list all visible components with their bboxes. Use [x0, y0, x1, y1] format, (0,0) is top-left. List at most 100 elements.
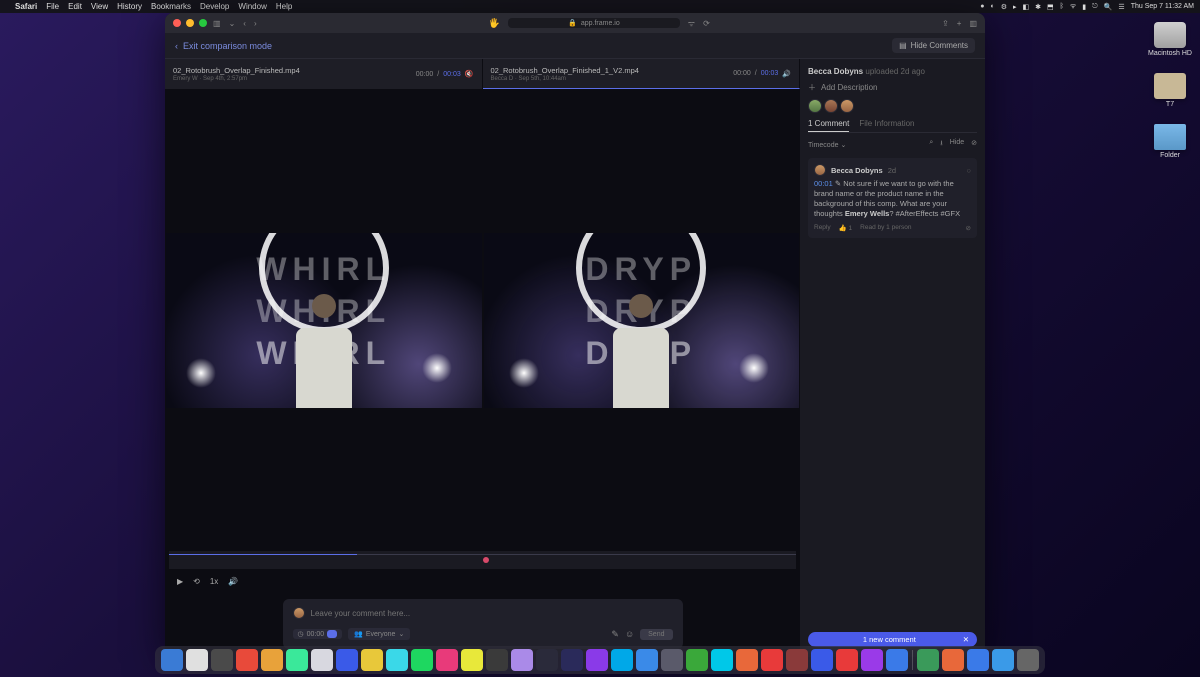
play-button[interactable]: ▶ [177, 577, 183, 586]
wifi-icon[interactable]: ᯤ [1070, 2, 1076, 11]
loop-button[interactable]: ⟲ [193, 577, 200, 586]
menu-file[interactable]: File [46, 2, 59, 11]
comment-timecode[interactable]: 00:01 [814, 179, 833, 188]
desktop-item-hd[interactable]: Macintosh HD [1148, 22, 1192, 57]
desktop-item-folder[interactable]: Folder [1154, 124, 1186, 159]
dock-app-icon[interactable] [186, 649, 208, 671]
window-zoom-icon[interactable] [199, 19, 207, 27]
dock-app-icon[interactable] [811, 649, 833, 671]
dock-app-icon[interactable] [261, 649, 283, 671]
speed-button[interactable]: 1x [210, 577, 218, 586]
forward-icon[interactable]: › [254, 19, 257, 28]
volume-button[interactable]: 🔊 [228, 577, 238, 586]
download-icon[interactable]: ⭳ [940, 139, 942, 150]
dock-app-icon[interactable] [917, 649, 939, 671]
timecode-toggle[interactable] [327, 630, 337, 638]
control-center-icon[interactable]: ☰ [1118, 3, 1124, 11]
viewer-avatars[interactable] [808, 99, 977, 113]
menu-window[interactable]: Window [238, 2, 266, 11]
back-icon[interactable]: ‹ [243, 19, 246, 28]
dock-app-icon[interactable] [236, 649, 258, 671]
status-icon[interactable]: ⚙ [1001, 3, 1007, 11]
app-name[interactable]: Safari [15, 2, 37, 11]
menu-develop[interactable]: Develop [200, 2, 229, 11]
menu-view[interactable]: View [91, 2, 108, 11]
dock-app-icon[interactable] [967, 649, 989, 671]
dock-app-icon[interactable] [461, 649, 483, 671]
video-left[interactable]: WHIRL WHIRL WHIRL [166, 233, 482, 408]
comment-marker-icon[interactable] [483, 557, 489, 563]
share-icon[interactable]: ⇪ [942, 19, 949, 28]
dock-app-icon[interactable] [886, 649, 908, 671]
dock-app-icon[interactable] [636, 649, 658, 671]
volume-icon[interactable]: 🔊 [782, 70, 791, 78]
menu-help[interactable]: Help [276, 2, 292, 11]
dock-app-icon[interactable] [286, 649, 308, 671]
dock-app-icon[interactable] [686, 649, 708, 671]
dock-app-icon[interactable] [611, 649, 633, 671]
dock-app-icon[interactable] [942, 649, 964, 671]
reader-icon[interactable]: ᯤ [688, 18, 695, 29]
file-tab-left[interactable]: 02_Rotobrush_Overlap_Finished.mp4 Emery … [165, 59, 483, 89]
dock-app-icon[interactable] [861, 649, 883, 671]
dock-app-icon[interactable] [661, 649, 683, 671]
dock-app-icon[interactable] [786, 649, 808, 671]
comment-input[interactable] [311, 609, 673, 618]
status-icon[interactable]: ✱ [1035, 3, 1041, 11]
menu-history[interactable]: History [117, 2, 142, 11]
status-icon[interactable]: ● [980, 3, 984, 10]
dock-app-icon[interactable] [1017, 649, 1039, 671]
like-button[interactable]: 👍 1 [839, 224, 853, 232]
new-comment-toast[interactable]: 1 new comment ✕ [808, 632, 977, 647]
desktop-item-t7[interactable]: T7 [1154, 73, 1186, 108]
sort-dropdown[interactable]: Timecode ⌄ [808, 141, 846, 149]
dock-app-icon[interactable] [361, 649, 383, 671]
search-icon[interactable]: ⌕ [929, 139, 933, 150]
dock-app-icon[interactable] [761, 649, 783, 671]
dock-app-icon[interactable] [336, 649, 358, 671]
dock-app-icon[interactable] [386, 649, 408, 671]
search-icon[interactable]: 🔍 [1104, 3, 1113, 11]
battery-icon[interactable]: ▮ [1082, 3, 1086, 11]
reply-button[interactable]: Reply [814, 224, 831, 232]
hide-button[interactable]: Hide [950, 139, 964, 150]
exit-comparison-button[interactable]: ‹ Exit comparison mode [175, 41, 272, 51]
new-tab-icon[interactable]: + [957, 19, 962, 28]
timecode-chip[interactable]: ◷ 00:00 [293, 629, 343, 639]
dock-app-icon[interactable] [836, 649, 858, 671]
emoji-icon[interactable]: ☺ [625, 629, 634, 639]
resolve-icon[interactable]: ⊘ [966, 224, 971, 232]
sidebar-toggle-icon[interactable]: ▥ [213, 19, 221, 28]
mention[interactable]: Emery Wells [845, 209, 889, 218]
dock-app-icon[interactable] [586, 649, 608, 671]
dock-app-icon[interactable] [536, 649, 558, 671]
hide-comments-button[interactable]: ▤ Hide Comments [892, 38, 975, 53]
status-icon[interactable]: ▸ [1013, 3, 1017, 11]
menu-edit[interactable]: Edit [68, 2, 82, 11]
comment-menu-icon[interactable]: ○ [966, 166, 971, 175]
dock-app-icon[interactable] [411, 649, 433, 671]
address-bar[interactable]: 🔒 app.frame.io [508, 18, 680, 28]
audience-dropdown[interactable]: 👥 Everyone ⌄ [348, 628, 410, 640]
dock-app-icon[interactable] [161, 649, 183, 671]
add-description-button[interactable]: ＋ Add Description [808, 82, 977, 93]
dock-app-icon[interactable] [211, 649, 233, 671]
check-icon[interactable]: ⊘ [971, 139, 977, 150]
menu-bookmarks[interactable]: Bookmarks [151, 2, 191, 11]
draw-icon[interactable]: ✎ [611, 629, 619, 640]
close-icon[interactable]: ✕ [963, 635, 969, 644]
comment-card[interactable]: Becca Dobyns 2d ○ 00:01 ✎ Not sure if we… [808, 158, 977, 238]
mute-icon[interactable]: 🔇 [465, 70, 474, 78]
dock-app-icon[interactable] [736, 649, 758, 671]
tab-file-info[interactable]: File Information [859, 119, 914, 128]
status-icon[interactable]: ◐ [991, 3, 995, 10]
dock-app-icon[interactable] [311, 649, 333, 671]
dock-app-icon[interactable] [711, 649, 733, 671]
status-icon[interactable]: ◧ [1023, 3, 1030, 11]
dock-app-icon[interactable] [561, 649, 583, 671]
reload-icon[interactable]: ⟳ [703, 19, 710, 28]
clock[interactable]: Thu Sep 7 11:32 AM [1131, 3, 1194, 10]
dock-app-icon[interactable] [511, 649, 533, 671]
dock-app-icon[interactable] [436, 649, 458, 671]
timeline-scrubber[interactable] [169, 551, 796, 569]
